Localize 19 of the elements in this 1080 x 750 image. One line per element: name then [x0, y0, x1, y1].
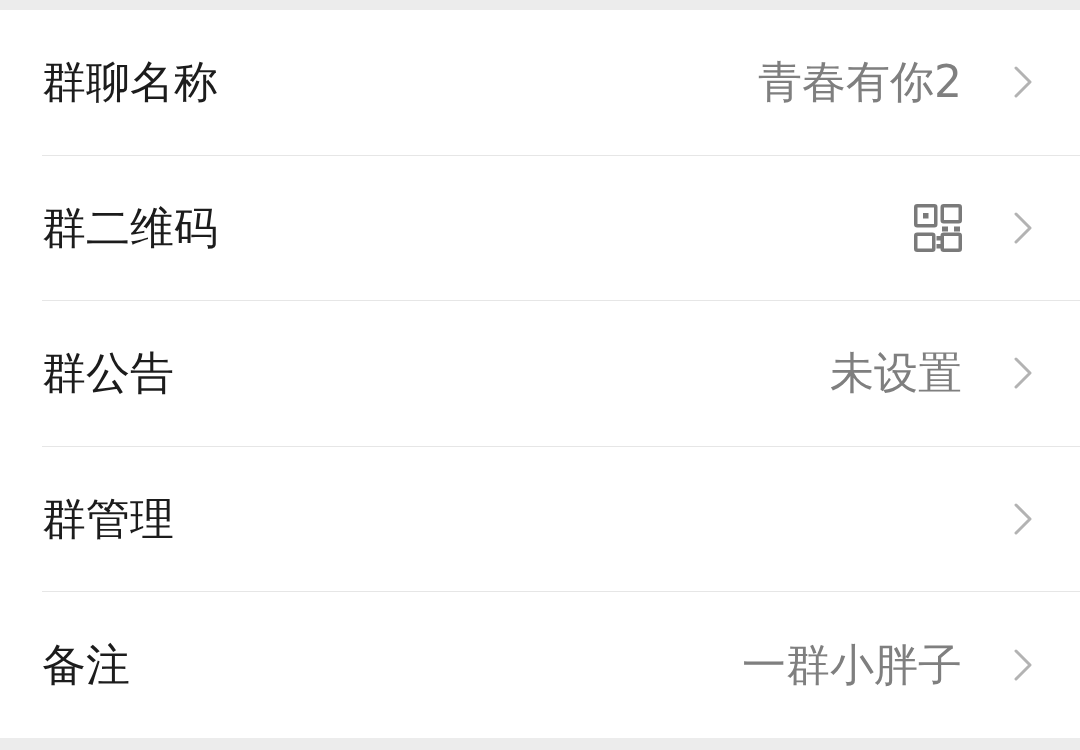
- chevron-right-icon: [1014, 211, 1032, 244]
- chevron-right-icon: [1014, 357, 1032, 390]
- setting-label: 群公告: [42, 351, 174, 396]
- setting-label: 群聊名称: [42, 60, 218, 105]
- setting-label: 备注: [42, 643, 130, 688]
- settings-row[interactable]: 群二维码: [42, 155, 1080, 302]
- chevron-right-icon: [1014, 66, 1032, 99]
- settings-row[interactable]: 群聊名称 青春有你2: [42, 10, 1080, 156]
- chevron-right-icon: [1014, 649, 1032, 682]
- settings-row[interactable]: 群公告 未设置: [42, 301, 1080, 447]
- chevron-right-icon: [1014, 503, 1032, 536]
- qr-code-icon: [914, 203, 962, 252]
- setting-value: 一群小胖子: [742, 643, 962, 688]
- settings-row[interactable]: 群管理: [42, 446, 1080, 593]
- setting-value: 青春有你2: [758, 60, 962, 105]
- settings-row[interactable]: 备注 一群小胖子: [42, 592, 1080, 738]
- setting-label: 群管理: [42, 497, 174, 542]
- setting-label: 群二维码: [42, 205, 218, 250]
- setting-value: 未设置: [830, 351, 962, 396]
